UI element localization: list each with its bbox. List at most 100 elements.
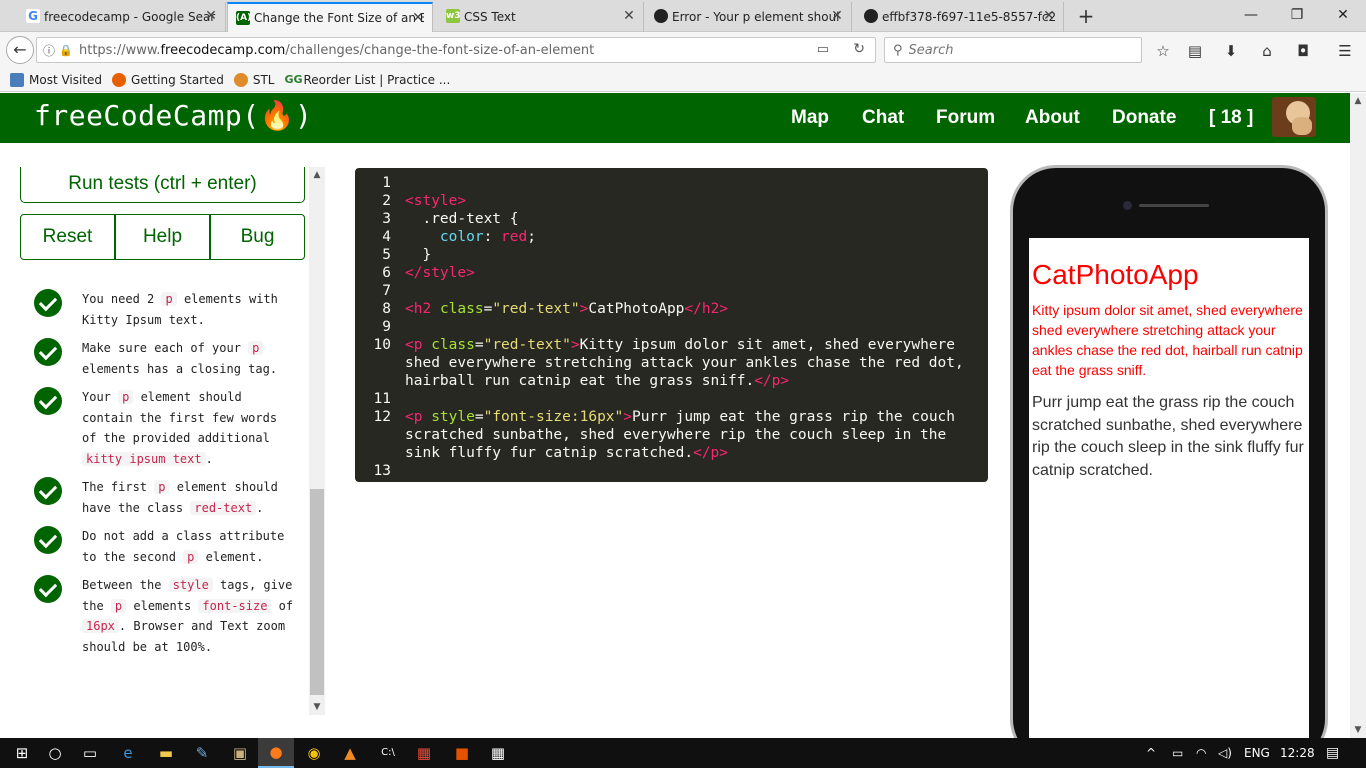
left-panel-scrollbar[interactable]: ▲ ▼ xyxy=(309,167,325,715)
test-text: Do not add a class attribute to the seco… xyxy=(82,529,285,564)
avatar-body xyxy=(1292,117,1312,135)
wifi-icon[interactable]: ◠ xyxy=(1196,738,1206,768)
menu-icon[interactable]: ☰ xyxy=(1334,40,1356,62)
code-line: 4 color: red; xyxy=(382,229,536,245)
bug-button[interactable]: Bug xyxy=(210,214,305,260)
nav-map[interactable]: Map xyxy=(791,107,829,129)
task-view-icon[interactable]: ▭ xyxy=(78,741,102,765)
fcc-logo[interactable]: freeCodeCamp(🔥) xyxy=(34,99,312,132)
tab-css-text[interactable]: w3 CSS Text ✕ xyxy=(438,2,644,32)
tab-fcc-challenge[interactable]: (A) Change the Font Size of an E ✕ xyxy=(227,2,433,32)
scroll-down-icon[interactable]: ▼ xyxy=(309,699,325,715)
bookmark-most-visited[interactable]: Most Visited xyxy=(10,72,102,87)
notifications-icon[interactable]: ▤ xyxy=(1326,738,1339,768)
language-indicator[interactable]: ENG xyxy=(1244,738,1270,768)
test-text: You need 2 p elements with Kitty Ipsum t… xyxy=(82,292,278,327)
chrome-icon[interactable]: ◉ xyxy=(302,741,326,765)
bookmark-getting-started[interactable]: Getting Started xyxy=(112,72,224,87)
url-bar[interactable]: ⓘ 🔒 https://www.freecodecamp.com/challen… xyxy=(36,37,876,63)
clock[interactable]: 12:28 xyxy=(1280,738,1315,768)
code-line: 13 xyxy=(373,463,391,479)
test-text: Your p element should contain the first … xyxy=(82,390,278,466)
bookmark-stl[interactable]: STL xyxy=(233,72,274,87)
code-line: 7 xyxy=(382,283,391,299)
code-line: 11 xyxy=(373,391,391,407)
preview-paragraph-1: Kitty ipsum dolor sit amet, shed everywh… xyxy=(1032,302,1303,378)
office-icon[interactable]: ▦ xyxy=(412,741,436,765)
close-icon[interactable]: ✕ xyxy=(410,10,426,26)
scroll-thumb[interactable] xyxy=(310,489,324,695)
code-editor[interactable]: 1 2 <style> 3 .red-text { 4 color: red; 5… xyxy=(355,168,988,482)
scroll-up-icon[interactable]: ▲ xyxy=(309,167,325,183)
fcc-favicon-icon: (A) xyxy=(236,11,252,25)
minimize-button[interactable]: — xyxy=(1228,0,1274,30)
close-icon[interactable]: ✕ xyxy=(1041,8,1057,24)
code-line: scratched sunbathe, shed everywhere rip … xyxy=(405,427,947,443)
test-item: The first p element should have the clas… xyxy=(34,477,296,518)
firefox-taskbar-icon[interactable]: ● xyxy=(258,738,294,768)
google-icon: G xyxy=(26,9,40,23)
nav-forum[interactable]: Forum xyxy=(936,107,995,129)
info-icon[interactable]: ⓘ xyxy=(43,42,59,59)
browser-navbar: ← ⓘ 🔒 https://www.freecodecamp.com/chall… xyxy=(0,32,1366,68)
geeks-icon: GG xyxy=(284,72,303,86)
reset-button[interactable]: Reset xyxy=(20,214,115,260)
reading-list-icon[interactable]: ▤ xyxy=(1184,40,1206,62)
bookmark-star-icon[interactable]: ☆ xyxy=(1152,40,1174,62)
avatar[interactable] xyxy=(1272,97,1316,137)
vlc-icon[interactable]: ▲ xyxy=(338,741,362,765)
bookmark-reorder-list[interactable]: GG Reorder List | Practice ... xyxy=(284,73,450,87)
check-icon xyxy=(34,575,62,603)
check-icon xyxy=(34,387,62,415)
page-scrollbar[interactable]: ▲ ▼ xyxy=(1350,93,1366,738)
reload-icon[interactable]: ↻ xyxy=(853,41,865,57)
battery-icon[interactable]: ▭ xyxy=(1172,738,1183,768)
close-icon[interactable]: ✕ xyxy=(621,8,637,24)
new-tab-button[interactable]: + xyxy=(1074,4,1098,28)
close-icon[interactable]: ✕ xyxy=(203,8,219,24)
github-icon xyxy=(864,9,878,23)
download-icon[interactable]: ⬇ xyxy=(1220,40,1242,62)
cortana-icon[interactable]: ○ xyxy=(43,741,67,765)
home-icon[interactable]: ⌂ xyxy=(1256,40,1278,62)
volume-icon[interactable]: ◁) xyxy=(1218,738,1232,768)
back-button[interactable]: ← xyxy=(6,36,34,64)
reader-view-icon[interactable]: ▭ xyxy=(817,42,829,57)
nav-donate[interactable]: Donate xyxy=(1112,107,1176,129)
windows-start-icon[interactable]: ⊞ xyxy=(10,741,34,765)
edge-icon[interactable]: e xyxy=(116,741,140,765)
run-tests-button[interactable]: Run tests (ctrl + enter) xyxy=(20,167,305,203)
paint-icon[interactable]: ✎ xyxy=(190,741,214,765)
app-icon[interactable]: ▣ xyxy=(228,741,252,765)
calculator-icon[interactable]: ▦ xyxy=(486,741,510,765)
test-item: You need 2 p elements with Kitty Ipsum t… xyxy=(34,289,296,330)
code-line: 5 } xyxy=(382,247,432,263)
help-button[interactable]: Help xyxy=(115,214,210,260)
code-line: 8 <h2 class="red-text">CatPhotoApp</h2> xyxy=(382,301,729,317)
check-icon xyxy=(34,338,62,366)
points-badge[interactable]: [ 18 ] xyxy=(1209,107,1253,129)
cmd-icon[interactable]: C:\ xyxy=(376,741,400,765)
nav-chat[interactable]: Chat xyxy=(862,107,904,129)
hackerrank-icon[interactable]: ■ xyxy=(450,741,474,765)
preview-paragraph-2: Purr jump eat the grass rip the couch sc… xyxy=(1032,394,1304,479)
github-icon xyxy=(654,9,668,23)
close-icon[interactable]: ✕ xyxy=(829,8,845,24)
pocket-icon[interactable]: ◘ xyxy=(1292,40,1314,62)
scroll-up-icon[interactable]: ▲ xyxy=(1350,93,1366,109)
nav-about[interactable]: About xyxy=(1025,107,1080,129)
tab-google-search[interactable]: G freecodecamp - Google Sear ✕ xyxy=(18,2,226,32)
close-window-button[interactable]: ✕ xyxy=(1320,0,1366,30)
restore-button[interactable]: ❐ xyxy=(1274,0,1320,30)
check-icon xyxy=(34,526,62,554)
search-input[interactable] xyxy=(908,42,1129,58)
browser-tab-strip: G freecodecamp - Google Sear ✕ (A) Chang… xyxy=(0,0,1366,32)
search-box[interactable]: ⚲ xyxy=(884,37,1142,63)
tab-github-issue[interactable]: effbf378-f697-11e5-8557-fc2 ✕ xyxy=(856,2,1064,32)
show-hidden-icons[interactable]: ^ xyxy=(1146,738,1156,768)
phone-camera xyxy=(1123,201,1132,210)
file-explorer-icon[interactable]: ▬ xyxy=(154,741,178,765)
tab-github-error[interactable]: Error - Your p element shoul ✕ xyxy=(646,2,852,32)
test-text: Between the style tags, give the p eleme… xyxy=(82,578,294,654)
scroll-down-icon[interactable]: ▼ xyxy=(1350,722,1366,738)
